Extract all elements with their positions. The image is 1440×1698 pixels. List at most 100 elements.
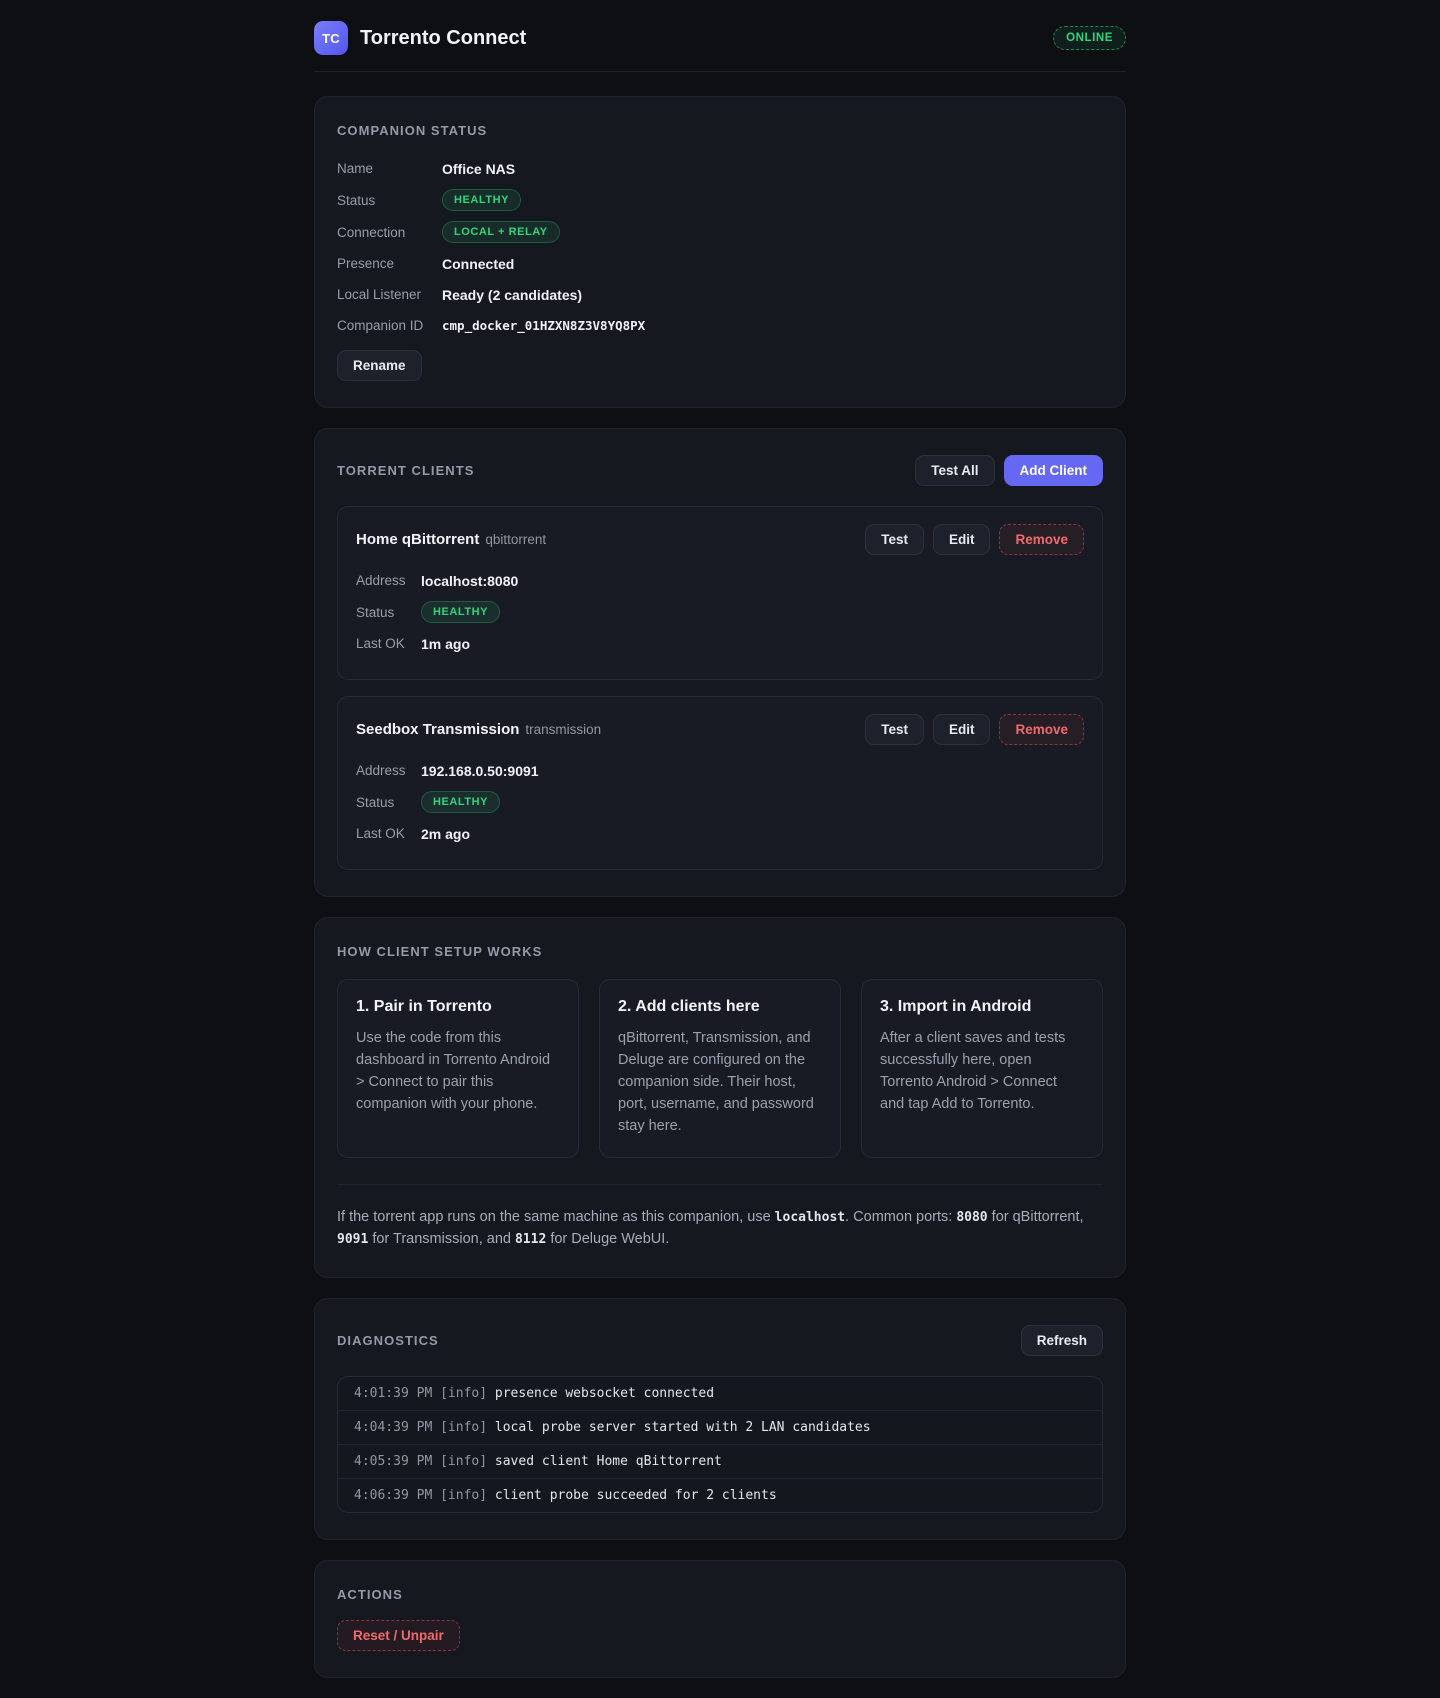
status-field-row: Name Office NAS <box>337 158 1103 179</box>
client-health-badge: HEALTHY <box>421 601 500 623</box>
client-name: Home qBittorrent <box>356 530 480 548</box>
log-time: 4:01:39 PM <box>354 1385 433 1401</box>
client-status-row: Status HEALTHY <box>356 601 1084 623</box>
log-level: [info] <box>440 1385 488 1401</box>
add-client-button[interactable]: Add Client <box>1003 455 1103 486</box>
note-segment: for Deluge WebUI. <box>546 1230 670 1247</box>
address-label: Address <box>356 763 406 778</box>
step-body: Use the code from this dashboard in Torr… <box>356 1030 551 1113</box>
setup-step-card: 2. Add clients here qBittorrent, Transmi… <box>599 979 841 1159</box>
client-address-row: Address 192.168.0.50:9091 <box>356 760 1084 781</box>
status-field-row: Companion ID cmp_docker_01HZXN8Z3V8YQ8PX <box>337 315 1103 336</box>
client-remove-button[interactable]: Remove <box>999 714 1084 745</box>
status-label: Status <box>356 604 395 620</box>
field-label: Connection <box>337 224 406 240</box>
setup-help-title: HOW CLIENT SETUP WORKS <box>337 944 543 959</box>
step-body: qBittorrent, Transmission, and Deluge ar… <box>618 1030 814 1135</box>
client-address-row: Address localhost:8080 <box>356 570 1084 591</box>
last-ok-label: Last OK <box>356 636 405 651</box>
note-segment: 8080 <box>956 1210 988 1226</box>
rename-button[interactable]: Rename <box>337 350 422 381</box>
field-label: Companion ID <box>337 318 424 333</box>
log-message: saved client Home qBittorrent <box>494 1453 722 1469</box>
log-time: 4:04:39 PM <box>354 1419 433 1435</box>
companion-status-title: COMPANION STATUS <box>337 123 488 138</box>
log-line: 4:05:39 PM [info] saved client Home qBit… <box>338 1445 1102 1479</box>
status-field-row: Status HEALTHY <box>337 189 1103 211</box>
status-label: Status <box>356 794 395 810</box>
log-message: presence websocket connected <box>494 1385 715 1401</box>
step-title: 3. Import in Android <box>880 998 1032 1015</box>
log-level: [info] <box>440 1487 488 1503</box>
diagnostics-title: DIAGNOSTICS <box>337 1332 439 1348</box>
client-address: localhost:8080 <box>421 572 519 589</box>
note-segment: 9091 <box>337 1231 369 1247</box>
app-logo-icon: TC <box>314 21 348 55</box>
step-title: 1. Pair in Torrento <box>356 998 492 1015</box>
setup-step-card: 3. Import in Android After a client save… <box>861 979 1103 1159</box>
companion-status-fields: Name Office NAS Status HEALTHY Connectio… <box>337 158 1103 336</box>
field-value: Office NAS <box>442 160 516 177</box>
page-container: TC Torrento Connect ONLINE COMPANION STA… <box>314 0 1126 1678</box>
online-status-badge: ONLINE <box>1053 26 1126 50</box>
field-label: Local Listener <box>337 287 422 302</box>
client-edit-button[interactable]: Edit <box>932 524 991 555</box>
client-last-ok: 1m ago <box>421 635 471 652</box>
test-all-button[interactable]: Test All <box>915 455 995 486</box>
field-value: Ready (2 candidates) <box>442 286 583 303</box>
log-message: client probe succeeded for 2 clients <box>494 1487 777 1503</box>
status-field-row: Presence Connected <box>337 253 1103 274</box>
client-test-button[interactable]: Test <box>865 524 924 555</box>
field-label: Status <box>337 192 376 208</box>
status-field-row: Local Listener Ready (2 candidates) <box>337 284 1103 305</box>
client-address: 192.168.0.50:9091 <box>421 762 539 779</box>
client-name: Seedbox Transmission <box>356 720 520 738</box>
setup-note: If the torrent app runs on the same mach… <box>337 1184 1103 1251</box>
field-label: Presence <box>337 256 395 271</box>
torrent-clients-card: TORRENT CLIENTS Test All Add Client Home… <box>314 428 1126 897</box>
note-segment: . Common ports: <box>845 1209 957 1226</box>
setup-step-card: 1. Pair in Torrento Use the code from th… <box>337 979 579 1159</box>
client-lastok-row: Last OK 1m ago <box>356 633 1084 654</box>
field-value: HEALTHY <box>442 189 521 211</box>
torrent-clients-title: TORRENT CLIENTS <box>337 463 475 478</box>
field-value: cmp_docker_01HZXN8Z3V8YQ8PX <box>442 318 646 333</box>
client-card: Home qBittorrent qbittorrent Test Edit Re… <box>337 506 1103 680</box>
setup-help-card: HOW CLIENT SETUP WORKS 1. Pair in Torren… <box>314 917 1126 1278</box>
client-title: Seedbox Transmission transmission <box>356 721 865 739</box>
client-kind: transmission <box>525 721 602 737</box>
field-value: LOCAL + RELAY <box>442 221 560 243</box>
setup-steps: 1. Pair in Torrento Use the code from th… <box>337 979 1103 1159</box>
client-edit-button[interactable]: Edit <box>932 714 991 745</box>
actions-title: ACTIONS <box>337 1586 403 1602</box>
client-status-row: Status HEALTHY <box>356 791 1084 813</box>
client-remove-button[interactable]: Remove <box>999 524 1084 555</box>
client-health-badge: HEALTHY <box>421 791 500 813</box>
note-segment: 8112 <box>514 1231 547 1247</box>
client-card: Seedbox Transmission transmission Test Ed… <box>337 696 1103 870</box>
address-label: Address <box>356 573 406 588</box>
log-time: 4:05:39 PM <box>354 1453 433 1469</box>
log-time: 4:06:39 PM <box>354 1487 433 1503</box>
note-segment: If the torrent app runs on the same mach… <box>337 1209 775 1226</box>
diagnostics-log: 4:01:39 PM [info] presence websocket con… <box>337 1375 1103 1513</box>
log-level: [info] <box>440 1453 488 1469</box>
field-label: Name <box>337 161 374 176</box>
note-segment: for Transmission, and <box>368 1230 515 1247</box>
step-body: After a client saves and tests successfu… <box>880 1030 1066 1113</box>
note-segment: for qBittorrent, <box>987 1209 1084 1226</box>
step-title: 2. Add clients here <box>618 998 760 1015</box>
client-title: Home qBittorrent qbittorrent <box>356 531 865 549</box>
actions-card: ACTIONS Reset / Unpair <box>314 1559 1126 1678</box>
companion-status-card: COMPANION STATUS Name Office NAS Status … <box>314 96 1126 408</box>
log-level: [info] <box>440 1419 488 1435</box>
last-ok-label: Last OK <box>356 826 405 841</box>
client-kind: qbittorrent <box>485 531 547 547</box>
diagnostics-card: DIAGNOSTICS Refresh 4:01:39 PM [info] pr… <box>314 1297 1126 1540</box>
reset-unpair-button[interactable]: Reset / Unpair <box>337 1619 460 1651</box>
refresh-button[interactable]: Refresh <box>1020 1324 1103 1356</box>
client-last-ok: 2m ago <box>421 825 471 842</box>
page-title: Torrento Connect <box>360 26 527 49</box>
client-test-button[interactable]: Test <box>865 714 924 745</box>
status-field-row: Connection LOCAL + RELAY <box>337 221 1103 243</box>
